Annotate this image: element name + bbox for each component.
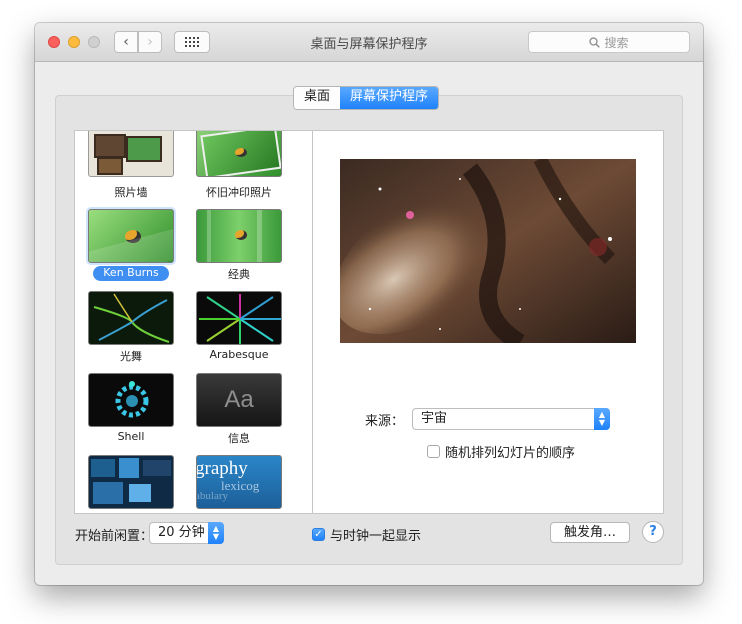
shell-art	[115, 381, 149, 418]
saver-label-classic: 经典	[228, 268, 250, 281]
thumb-photo-wall[interactable]	[88, 131, 174, 177]
idle-label: 开始前闲置：	[75, 529, 154, 544]
source-label: 来源：	[365, 414, 405, 429]
help-button[interactable]: ?	[642, 521, 664, 543]
messages-art-text: Aa	[224, 386, 254, 413]
source-select[interactable]: 宇宙 ▲ ▼	[412, 408, 610, 430]
thumb-word-of-the-day[interactable]: graphy lexicog abulary	[196, 455, 282, 509]
saver-label-ken-burns: Ken Burns	[103, 266, 159, 279]
thumb-messages[interactable]: Aa	[196, 373, 282, 427]
thumb-classic[interactable]	[196, 209, 282, 263]
flurry-art	[93, 293, 170, 343]
galaxy-image	[340, 159, 636, 343]
saver-label-photo-wall: 照片墙	[114, 186, 148, 199]
show-clock-checkbox[interactable]: ✓	[312, 528, 325, 541]
word-art-1: graphy	[196, 458, 248, 479]
updown-chevron-icon: ▲ ▼	[208, 522, 224, 544]
saver-label-messages: 信息	[228, 432, 250, 445]
saver-label-shell: Shell	[117, 430, 145, 443]
preferences-window: ‹ › 桌面与屏幕保护程序 搜索 桌面 屏幕保护程序 照片墙 怀旧冲印照片 Ke…	[35, 23, 703, 585]
thumb-flurry[interactable]	[88, 291, 174, 345]
search-icon	[589, 36, 601, 48]
source-value: 宇宙	[421, 411, 448, 426]
thumb-shell[interactable]	[88, 373, 174, 427]
screensaver-list[interactable]: 照片墙 怀旧冲印照片 Ken Burns 经典 光舞 Arabesque She…	[74, 130, 313, 514]
hot-corners-button[interactable]: 触发角…	[550, 522, 630, 543]
idle-time-select[interactable]: 20 分钟 ▲ ▼	[149, 522, 224, 544]
show-clock-option[interactable]: ✓ 与时钟一起显示	[312, 525, 421, 544]
screensaver-preview	[340, 159, 636, 343]
search-placeholder: 搜索	[604, 35, 629, 50]
shuffle-label: 随机排列幻灯片的顺序	[445, 446, 576, 461]
thumb-album-artwork[interactable]	[88, 455, 174, 509]
title-bar: ‹ › 桌面与屏幕保护程序 搜索	[35, 23, 703, 62]
thumb-arabesque[interactable]	[196, 291, 282, 345]
shuffle-option[interactable]: 随机排列幻灯片的顺序	[427, 442, 575, 461]
updown-chevron-icon: ▲ ▼	[594, 408, 610, 430]
tab-desktop[interactable]: 桌面	[294, 87, 341, 109]
arabesque-art	[199, 294, 281, 344]
show-clock-label: 与时钟一起显示	[330, 529, 422, 544]
saver-label-vintage-prints: 怀旧冲印照片	[206, 186, 272, 199]
tab-bar: 桌面 屏幕保护程序	[293, 86, 440, 110]
saver-label-flurry: 光舞	[120, 350, 142, 363]
thumb-vintage-prints[interactable]	[196, 131, 282, 177]
shuffle-checkbox[interactable]	[427, 445, 440, 458]
tab-screensaver[interactable]: 屏幕保护程序	[340, 87, 439, 109]
saver-label-arabesque: Arabesque	[209, 348, 269, 361]
idle-value: 20 分钟	[158, 525, 205, 540]
thumb-ken-burns[interactable]	[88, 209, 174, 263]
search-field[interactable]: 搜索	[528, 31, 690, 53]
word-art-3: abulary	[196, 490, 228, 502]
